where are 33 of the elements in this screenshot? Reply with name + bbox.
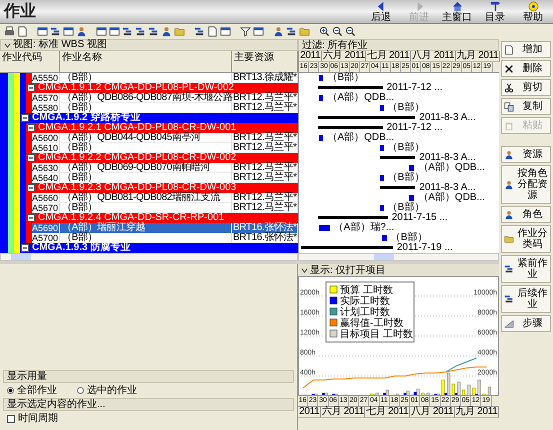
bar-label: 2011-8-3 A... [419,183,476,193]
bar-label: （A部）QDB... [418,163,485,173]
bar-label: 2011-7-12 ... [386,83,443,93]
bar-label: （B部） [388,173,424,183]
window-title: 作业 [4,2,36,20]
bar-label: （A部）QDB... [327,133,394,143]
bar-label: （A部）瑞?... [334,223,394,233]
axis-label: 2011 [298,407,322,418]
chart-title: 显示: 仅打开项目 [310,264,386,277]
legend-label: 实际工时数 [340,296,390,307]
bar-label: 2011-8-3 A... [419,113,476,123]
legend-label: 目标项目 工时数 [340,329,413,340]
bar-label: （A部）QDB... [418,193,485,203]
bar-label: （B部） [388,203,424,213]
axis-label: 九月 2011 [455,407,499,418]
bar-label: 2011-7-12 ... [386,123,443,133]
axis-label: 八月 2011 [410,407,456,418]
section-header: 显示用量 [3,370,294,383]
bar-label: （B部） [388,143,424,153]
bar-label: （B部） [327,73,364,83]
bar-label: 2011-7-19 ... [396,243,453,253]
legend-label: 计划工时数 [340,307,390,318]
bar-label: 2011-8-3 A... [419,153,476,163]
bar-label: （B部） [390,233,428,243]
bar-label: （B部） [388,103,424,113]
legend-label: 赢得值-工时数 [340,318,404,329]
bar-label: 2011-7-15 ... [392,213,448,223]
section-header: 显示选定内容的作业... [3,398,294,411]
view-label: 视图: 标准 WBS 视图 [13,39,107,51]
axis-label: 六月 2011 [321,407,366,418]
legend-label: 预算 工时数 [340,285,393,296]
bar-label: （A部）QDB... [327,93,394,103]
axis-label: 七月 2011 [365,407,410,418]
